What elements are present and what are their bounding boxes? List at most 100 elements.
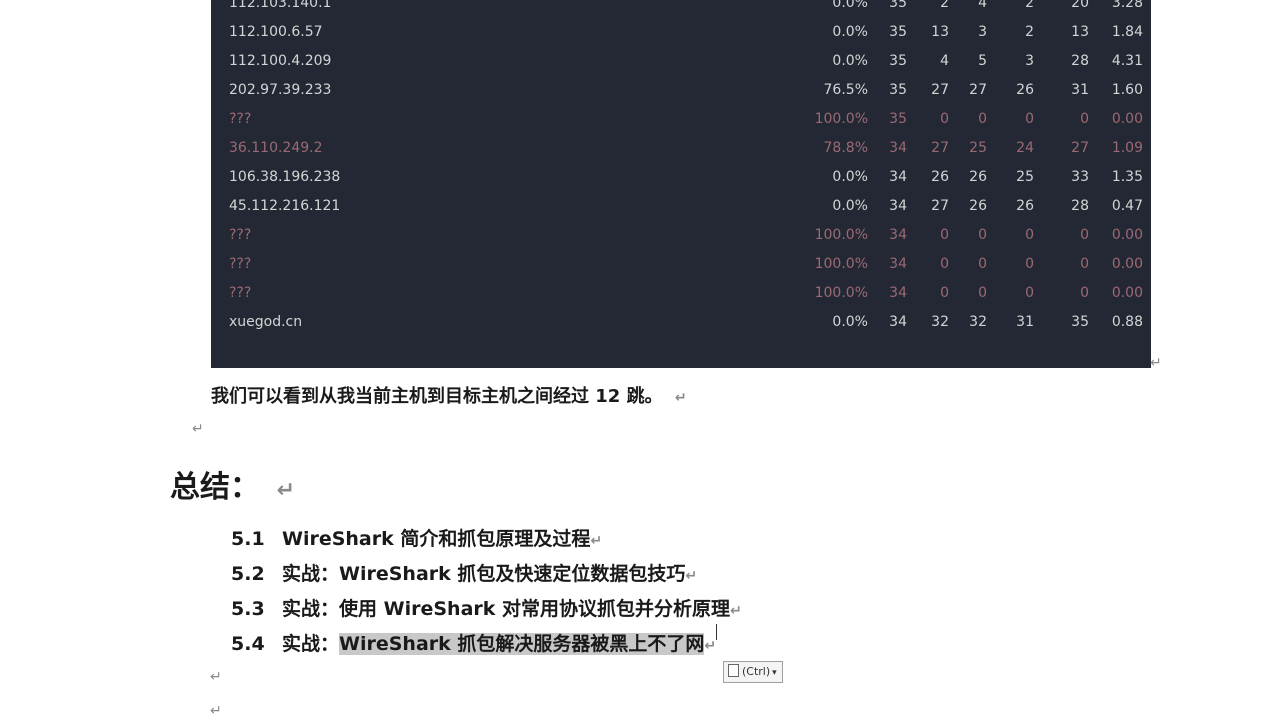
- mtr-avg-cell: 0: [978, 111, 987, 127]
- mtr-wrst-cell: 0: [1080, 256, 1089, 272]
- mtr-loss-cell: 0.0%: [832, 53, 868, 69]
- mtr-wrst-cell: 20: [1071, 0, 1089, 11]
- mtr-snt-cell: 34: [889, 256, 907, 272]
- mtr-snt-cell: 34: [889, 169, 907, 185]
- mtr-stdev-cell: 0.00: [1111, 111, 1143, 127]
- mtr-loss-cell: 100.0%: [814, 111, 868, 127]
- mtr-loss-cell: 0.0%: [832, 314, 868, 330]
- mtr-hop-row: ??? 100.0% 34 0 0 0 0 0.00: [211, 227, 1151, 247]
- mtr-host-cell: 112.100.6.57: [229, 24, 323, 40]
- mtr-snt-cell: 34: [889, 198, 907, 214]
- mtr-hop-row: 112.100.4.209 0.0% 35 4 5 3 28 4.31: [211, 53, 1151, 73]
- list-item-number: 5.1: [231, 528, 265, 550]
- mtr-snt-cell: 34: [889, 314, 907, 330]
- paragraph-mark: ↵: [685, 568, 698, 584]
- mtr-host-cell: 106.38.196.238: [229, 169, 341, 185]
- empty-paragraph-mark: ↵: [210, 669, 222, 685]
- mtr-best-cell: 0: [1025, 285, 1034, 301]
- list-item-text: WireShark 抓包及快速定位数据包技巧: [339, 563, 686, 585]
- mtr-avg-cell: 5: [978, 53, 987, 69]
- mtr-stdev-cell: 1.84: [1111, 24, 1143, 40]
- mtr-best-cell: 25: [1016, 169, 1034, 185]
- mtr-hop-row: 112.103.140.1 0.0% 35 2 4 2 20 3.28: [211, 0, 1151, 15]
- mtr-avg-cell: 4: [978, 0, 987, 11]
- mtr-last-cell: 26: [931, 169, 949, 185]
- mtr-hop-row: 106.38.196.238 0.0% 34 26 26 25 33 1.35: [211, 169, 1151, 189]
- list-item-number: 5.2: [231, 563, 265, 585]
- mtr-best-cell: 2: [1025, 0, 1034, 11]
- paragraph-mark: ↵: [730, 603, 742, 619]
- mtr-host-cell: ???: [229, 227, 252, 243]
- mtr-loss-cell: 0.0%: [832, 0, 868, 11]
- summary-heading: 总结： ↵: [170, 462, 295, 506]
- mtr-last-cell: 0: [940, 111, 949, 127]
- mtr-last-cell: 13: [931, 24, 949, 40]
- mtr-stdev-cell: 1.35: [1111, 169, 1143, 185]
- mtr-avg-cell: 0: [978, 227, 987, 243]
- mtr-loss-cell: 0.0%: [832, 24, 868, 40]
- empty-paragraph-mark: ↵: [210, 703, 222, 719]
- mtr-best-cell: 24: [1016, 140, 1034, 156]
- list-item-prefix: 实战：: [282, 563, 340, 585]
- mtr-host-cell: 45.112.216.121: [229, 198, 341, 214]
- mtr-stdev-cell: 0.88: [1111, 314, 1143, 330]
- mtr-host-cell: 112.100.4.209: [229, 53, 332, 69]
- mtr-host-cell: 202.97.39.233: [229, 82, 332, 98]
- paragraph-mark: ↵: [276, 478, 295, 503]
- mtr-last-cell: 4: [940, 53, 949, 69]
- mtr-stdev-cell: 3.28: [1111, 0, 1143, 11]
- list-item-text: WireShark 简介和抓包原理及过程: [282, 528, 591, 550]
- mtr-wrst-cell: 13: [1071, 24, 1089, 40]
- mtr-avg-cell: 26: [969, 198, 987, 214]
- mtr-best-cell: 2: [1025, 24, 1034, 40]
- mtr-wrst-cell: 33: [1071, 169, 1089, 185]
- mtr-last-cell: 27: [931, 82, 949, 98]
- list-item-text: 使用 WireShark 对常用协议抓包并分析原理: [339, 598, 731, 620]
- clipboard-icon: [728, 664, 739, 677]
- mtr-last-cell: 27: [931, 198, 949, 214]
- mtr-host-cell: 112.103.140.1: [229, 0, 332, 11]
- list-item: 5.2 实战：WireShark 抓包及快速定位数据包技巧↵: [231, 559, 697, 585]
- mtr-snt-cell: 35: [889, 82, 907, 98]
- mtr-host-cell: ???: [229, 111, 252, 127]
- mtr-stdev-cell: 0.00: [1111, 227, 1143, 243]
- mtr-hop-row: 202.97.39.233 76.5% 35 27 27 26 31 1.60: [211, 82, 1151, 102]
- paragraph-mark: ↵: [1150, 355, 1162, 371]
- mtr-hop-row: xuegod.cn 0.0% 34 32 32 31 35 0.88: [211, 314, 1151, 334]
- mtr-wrst-cell: 28: [1071, 53, 1089, 69]
- mtr-hop-row: ??? 100.0% 35 0 0 0 0 0.00: [211, 111, 1151, 131]
- paste-options-button[interactable]: (Ctrl) ▾: [723, 661, 783, 683]
- mtr-best-cell: 0: [1025, 227, 1034, 243]
- mtr-snt-cell: 35: [889, 53, 907, 69]
- mtr-stdev-cell: 0.47: [1111, 198, 1143, 214]
- mtr-last-cell: 2: [940, 0, 949, 11]
- mtr-wrst-cell: 31: [1071, 82, 1089, 98]
- paste-options-label: (Ctrl): [742, 665, 771, 678]
- mtr-avg-cell: 25: [969, 140, 987, 156]
- mtr-snt-cell: 34: [889, 227, 907, 243]
- mtr-host-cell: xuegod.cn: [229, 314, 303, 330]
- mtr-loss-cell: 100.0%: [814, 285, 868, 301]
- mtr-best-cell: 0: [1025, 256, 1034, 272]
- mtr-snt-cell: 35: [889, 24, 907, 40]
- selected-list-item-text[interactable]: WireShark 抓包解决服务器被黑上不了网: [339, 633, 705, 655]
- list-item-prefix: 实战：: [282, 633, 340, 655]
- mtr-stdev-cell: 0.00: [1111, 256, 1143, 272]
- mtr-stdev-cell: 4.31: [1111, 53, 1143, 69]
- mtr-best-cell: 26: [1016, 198, 1034, 214]
- mtr-wrst-cell: 0: [1080, 111, 1089, 127]
- mtr-stdev-cell: 0.00: [1111, 285, 1143, 301]
- mtr-loss-cell: 78.8%: [823, 140, 868, 156]
- hop-count-paragraph: 我们可以看到从我当前主机到目标主机之间经过 12 跳。 ↵: [211, 382, 687, 408]
- text-cursor: [716, 624, 717, 640]
- mtr-snt-cell: 34: [889, 285, 907, 301]
- chevron-down-icon: ▾: [772, 668, 777, 678]
- mtr-avg-cell: 0: [978, 285, 987, 301]
- mtr-host-cell: 36.110.249.2: [229, 140, 323, 156]
- mtr-last-cell: 0: [940, 256, 949, 272]
- paragraph-mark: ↵: [704, 638, 717, 654]
- empty-paragraph-mark: ↵: [192, 421, 204, 437]
- mtr-avg-cell: 26: [969, 169, 987, 185]
- paragraph-text: 我们可以看到从我当前主机到目标主机之间经过 12 跳。: [211, 386, 663, 407]
- mtr-terminal-screenshot: 112.103.140.1 0.0% 35 2 4 2 20 3.28 112.100.6.57…: [211, 0, 1151, 368]
